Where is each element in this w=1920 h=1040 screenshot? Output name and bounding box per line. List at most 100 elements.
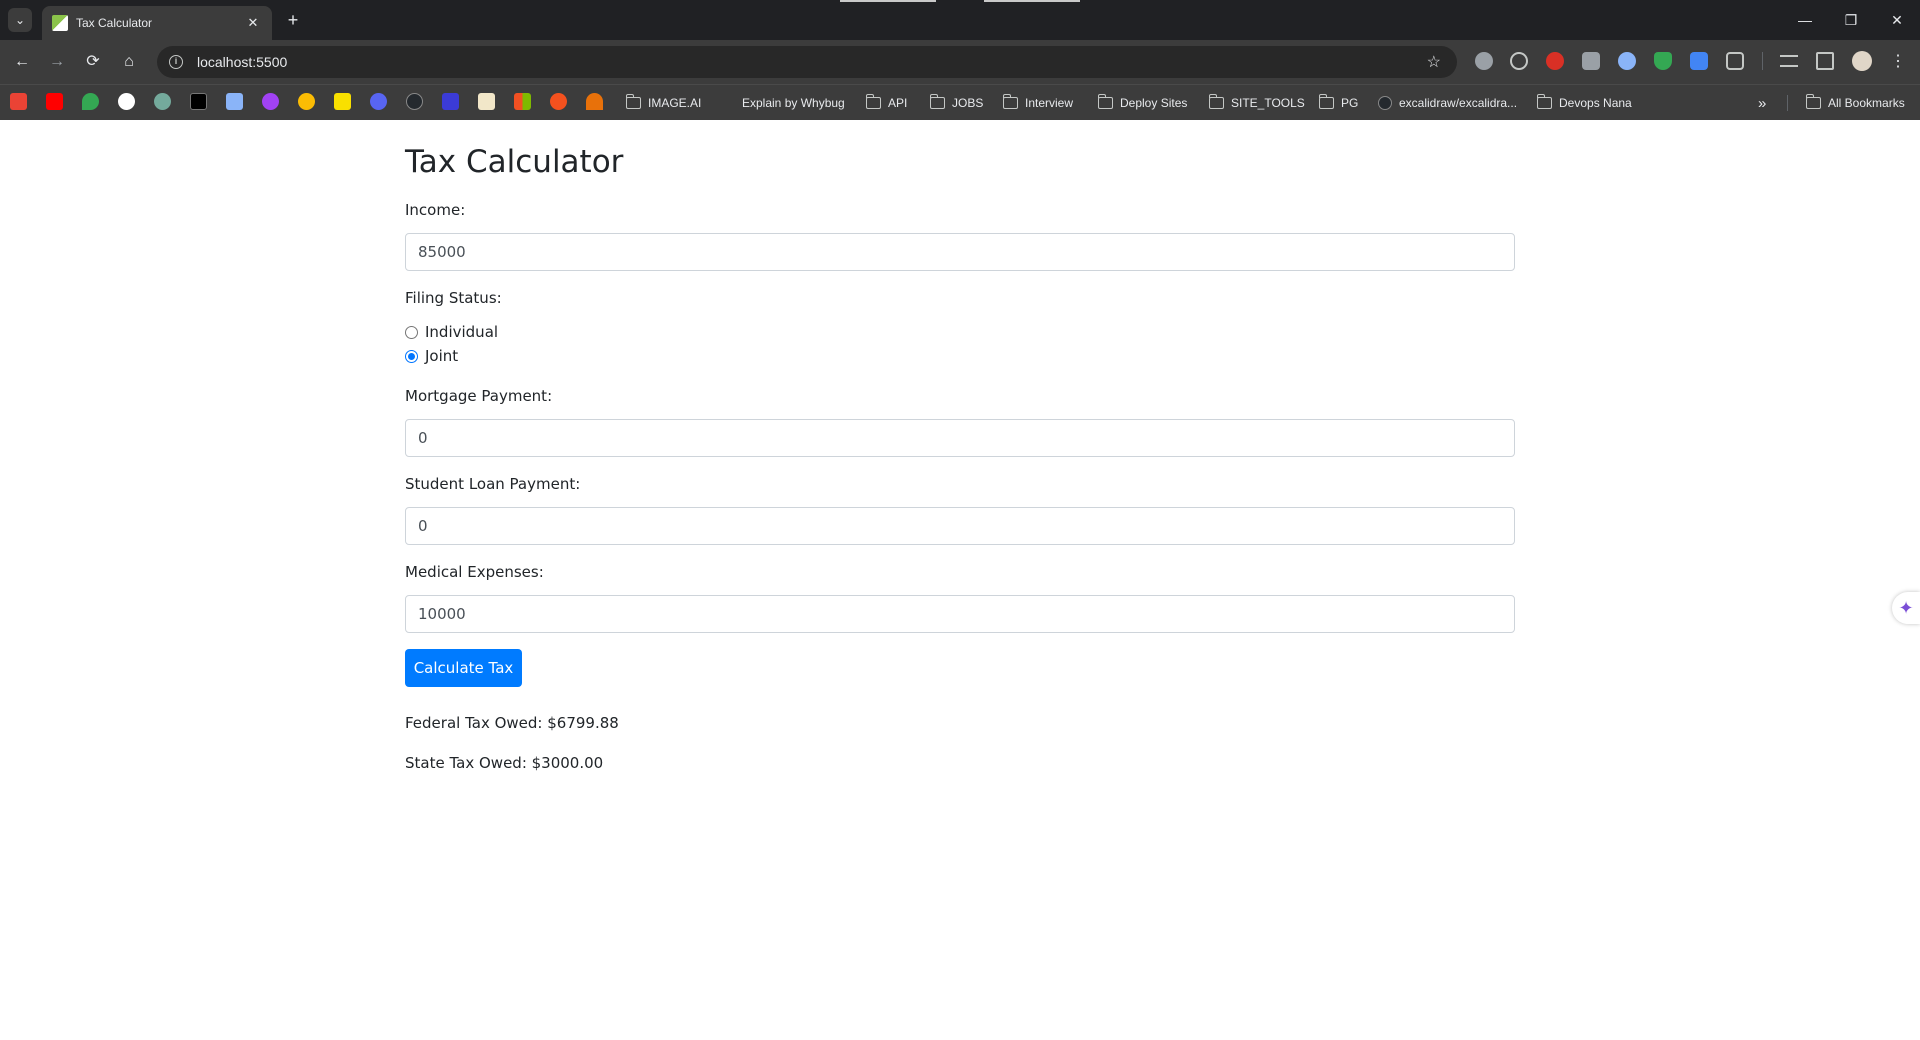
student-loan-input[interactable] <box>405 507 1515 545</box>
tab-title: Tax Calculator <box>76 16 153 30</box>
chatgpt-icon[interactable] <box>154 93 171 110</box>
gmail-icon[interactable] <box>10 93 27 110</box>
back-button[interactable]: ← <box>10 50 34 74</box>
github-icon[interactable] <box>406 93 423 110</box>
github-icon <box>1378 96 1392 110</box>
shield-extension-icon[interactable] <box>1654 52 1672 70</box>
reading-list-icon[interactable] <box>1780 55 1798 67</box>
bookmark-label: Deploy Sites <box>1120 96 1188 110</box>
folder-icon <box>1318 94 1334 109</box>
bookmark-star-icon[interactable]: ☆ <box>1427 52 1441 72</box>
site-info-icon[interactable]: i <box>169 55 183 69</box>
bookmark-app-icon[interactable] <box>550 93 567 110</box>
bookmark-label: Explain by Whybug <box>742 96 845 110</box>
bookmark-excalidraw[interactable]: excalidraw/excalidra... <box>1378 85 1517 121</box>
profile-avatar[interactable] <box>1852 51 1872 71</box>
browser-chrome: ⌄ Tax Calculator ✕ + — ❐ ✕ ← → ⟳ ⌂ i loc… <box>0 0 1920 120</box>
bookmarks-bar: IMAGE.AI Explain by Whybug API JOBS Inte… <box>0 84 1920 120</box>
bookmarks-divider <box>1787 95 1788 111</box>
folder-icon <box>1097 94 1113 109</box>
filing-status-joint[interactable]: Joint <box>405 347 458 365</box>
bookmark-folder-site-tools[interactable]: SITE_TOOLS <box>1208 85 1305 121</box>
bookmark-label: API <box>888 96 908 110</box>
extension-icon[interactable] <box>1618 52 1636 70</box>
address-bar[interactable]: i localhost:5500 ☆ <box>157 46 1457 78</box>
calculate-tax-button[interactable]: Calculate Tax <box>405 649 522 687</box>
bookmark-folder-interview[interactable]: Interview <box>1002 85 1074 121</box>
bookmark-label: JOBS <box>952 96 984 110</box>
bookmark-image-ai[interactable]: IMAGE.AI <box>625 85 702 121</box>
bot-icon[interactable] <box>262 93 279 110</box>
gemini-icon[interactable] <box>226 93 243 110</box>
bookmark-arc-icon[interactable] <box>586 93 603 110</box>
imdb-icon[interactable] <box>334 93 351 110</box>
medical-expenses-input[interactable] <box>405 595 1515 633</box>
side-panel-icon[interactable] <box>1816 52 1834 70</box>
bookmark-folder-api[interactable]: API <box>865 85 908 121</box>
bookmark-explain-by-whybug[interactable]: Explain by Whybug <box>720 85 845 121</box>
radio-individual-label: Individual <box>425 323 499 341</box>
mortgage-input[interactable] <box>405 419 1515 457</box>
browser-toolbar: ← → ⟳ ⌂ i localhost:5500 ☆ ⋮ <box>0 40 1920 84</box>
tab-search-icon[interactable]: ⌄ <box>8 8 32 32</box>
radio-joint-label: Joint <box>425 347 459 365</box>
income-input[interactable] <box>405 233 1515 271</box>
tab-tax-calculator[interactable]: Tax Calculator ✕ <box>42 6 272 40</box>
income-label: Income: <box>405 201 466 219</box>
huggingface-icon[interactable] <box>298 93 315 110</box>
maps-icon[interactable] <box>82 93 99 110</box>
discord-icon[interactable] <box>370 93 387 110</box>
toolbar-divider <box>1762 52 1763 70</box>
state-tax-result: State Tax Owed: $3000.00 <box>405 754 604 772</box>
medical-expenses-label: Medical Expenses: <box>405 563 544 581</box>
sparkle-assistant-icon[interactable]: ✦ <box>1892 592 1920 624</box>
folder-icon <box>1536 94 1552 109</box>
tab-close-icon[interactable]: ✕ <box>244 15 262 31</box>
new-tab-button[interactable]: + <box>282 9 304 31</box>
whybug-icon <box>720 96 736 110</box>
microsoft-icon[interactable] <box>514 93 531 110</box>
bookmark-label: excalidraw/excalidra... <box>1399 96 1518 110</box>
bookmark-label: Interview <box>1025 96 1074 110</box>
all-bookmarks-folder[interactable]: All Bookmarks <box>1805 85 1905 121</box>
extensions-puzzle-icon[interactable] <box>1726 52 1744 70</box>
mortgage-label: Mortgage Payment: <box>405 387 553 405</box>
forward-button[interactable]: → <box>45 50 69 74</box>
student-loan-label: Student Loan Payment: <box>405 475 581 493</box>
bookmark-g-icon[interactable] <box>442 93 459 110</box>
window-drag-indicator <box>840 0 936 2</box>
react-devtools-extension-icon[interactable] <box>1475 52 1493 70</box>
filing-status-label: Filing Status: <box>405 289 502 307</box>
browser-menu-icon[interactable]: ⋮ <box>1886 50 1910 74</box>
google-icon[interactable] <box>118 93 135 110</box>
reload-button[interactable]: ⟳ <box>81 50 105 74</box>
extension-icon[interactable] <box>1582 52 1600 70</box>
home-button[interactable]: ⌂ <box>117 50 141 74</box>
folder-icon <box>1002 94 1018 109</box>
page-content: Tax Calculator Income: Filing Status: In… <box>0 120 1920 1040</box>
radio-individual[interactable] <box>405 325 418 339</box>
page-title: Tax Calculator <box>405 144 624 180</box>
bookmark-label: SITE_TOOLS <box>1231 96 1305 110</box>
youtube-icon[interactable] <box>46 93 63 110</box>
calculator-favicon-icon <box>52 15 68 31</box>
restore-button[interactable]: ❐ <box>1828 0 1874 40</box>
radio-joint[interactable] <box>405 349 418 363</box>
minimize-button[interactable]: — <box>1782 0 1828 40</box>
folder-icon <box>865 94 881 109</box>
bookmark-label: PG <box>1341 96 1359 110</box>
bookmark-label: IMAGE.AI <box>648 96 702 110</box>
extension-icon[interactable] <box>1690 52 1708 70</box>
framer-icon[interactable] <box>190 93 207 110</box>
filing-status-individual[interactable]: Individual <box>405 323 498 341</box>
adblock-extension-icon[interactable] <box>1546 52 1564 70</box>
bookmark-folder-deploy-sites[interactable]: Deploy Sites <box>1097 85 1188 121</box>
target-extension-icon[interactable] <box>1510 52 1528 70</box>
bookmark-folder-devops-nana[interactable]: Devops Nana <box>1536 85 1632 121</box>
bookmark-folder-jobs[interactable]: JOBS <box>929 85 984 121</box>
bookmark-folder-pg[interactable]: PG <box>1318 85 1359 121</box>
bookmark-w-icon[interactable] <box>478 93 495 110</box>
close-window-button[interactable]: ✕ <box>1874 0 1920 40</box>
more-bookmarks-icon[interactable]: » <box>1758 85 1766 121</box>
folder-icon <box>1805 94 1821 109</box>
